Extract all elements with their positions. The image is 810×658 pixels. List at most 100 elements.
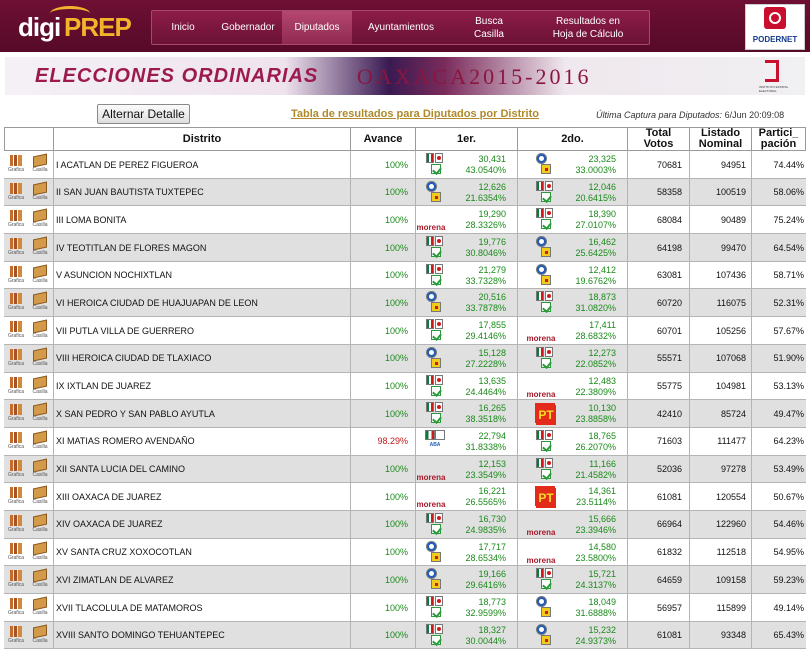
second-party-logo: PT (534, 484, 556, 509)
first-party-logo (424, 263, 446, 288)
second-votes-pct: 24.3137% (575, 580, 616, 591)
main-nav: Inicio Gobernador Diputados Ayuntamientos Bu… (151, 10, 650, 45)
toggle-detail-button[interactable]: Alternar Detalle (97, 104, 190, 124)
second-votes-count: 18,873 (588, 292, 616, 303)
pri-pvem-coalition-icon (534, 290, 556, 315)
chart-icon[interactable]: Grafica (6, 513, 26, 533)
chart-icon[interactable]: Grafica (6, 181, 26, 201)
podernet-logo[interactable]: PODERNET (745, 4, 805, 50)
casilla-box-icon[interactable]: Casilla (30, 291, 50, 311)
casilla-box-icon[interactable]: Casilla (30, 264, 50, 284)
nav-item-ayuntamientos[interactable]: Ayuntamientos (352, 11, 450, 44)
first-votes: 17,855 29.4146% (444, 320, 506, 342)
casilla-box-icon[interactable]: Casilla (30, 596, 50, 616)
chart-icon-label: Grafica (7, 277, 25, 284)
casilla-box-icon[interactable]: Casilla (30, 208, 50, 228)
first-votes-pct: 33.7878% (465, 303, 506, 314)
listado-nominal: 105256 (715, 325, 746, 336)
second-votes: 18,765 26.2070% (554, 431, 616, 453)
casilla-box-icon[interactable]: Casilla (30, 430, 50, 450)
second-votes: 18,873 31.0820% (554, 292, 616, 314)
nav-item-resultados-en-hoja-de-c-lculo[interactable]: Resultados en Hoja de Cálculo (528, 11, 648, 44)
casilla-box-icon[interactable]: Casilla (30, 402, 50, 422)
district-name: III LOMA BONITA (56, 214, 127, 225)
chart-icon[interactable]: Grafica (6, 568, 26, 588)
casilla-box-icon[interactable]: Casilla (30, 236, 50, 256)
pri-pvem-coalition-icon (424, 401, 446, 426)
listado-nominal: 104981 (715, 381, 746, 391)
chart-icon[interactable]: Grafica (6, 319, 26, 339)
chart-icon[interactable]: Grafica (6, 485, 26, 505)
total-votes: 55571 (656, 353, 682, 364)
chart-icon[interactable]: Grafica (6, 291, 26, 311)
table-title-link[interactable]: Tabla de resultados para Diputados por D… (291, 108, 539, 120)
total-votes: 66964 (656, 519, 682, 530)
total-votes: 64198 (656, 242, 682, 253)
chart-icon[interactable]: Grafica (6, 153, 26, 173)
casilla-box-icon[interactable]: Casilla (30, 485, 50, 505)
casilla-box-icon[interactable]: Casilla (30, 375, 50, 395)
digiprep-logo[interactable]: digi PREP (12, 6, 144, 46)
first-votes-pct: 23.3549% (465, 469, 506, 480)
second-votes-pct: 22.0852% (575, 358, 616, 369)
avance-value: 98.29% (377, 436, 408, 447)
casilla-box-icon[interactable]: Casilla (30, 541, 50, 561)
chart-icon[interactable]: Grafica (6, 264, 26, 284)
chart-icon-label: Grafica (7, 610, 25, 616)
casilla-icon-label: Casilla (32, 499, 48, 506)
second-votes-count: 15,232 (588, 624, 616, 635)
casilla-box-icon[interactable]: Casilla (30, 181, 50, 201)
first-party-logo (424, 540, 446, 565)
avance-value: 100% (384, 519, 408, 530)
second-votes-pct: 23.8858% (575, 414, 616, 425)
nav-item-diputados[interactable]: Diputados (282, 11, 352, 44)
nav-item-busca-casilla[interactable]: Busca Casilla (450, 11, 528, 44)
pan-prd-coalition-icon (534, 595, 556, 620)
chart-icon[interactable]: Grafica (6, 430, 26, 450)
casilla-box-icon[interactable]: Casilla (30, 568, 50, 588)
second-votes-pct: 21.4582% (575, 469, 616, 480)
chart-icon[interactable]: Grafica (6, 375, 26, 395)
chart-icon[interactable]: Grafica (6, 541, 26, 561)
first-votes: 12,626 21.6354% (444, 182, 506, 204)
seal-text: INSTITUTO ESTATAL ELECTORAL (759, 85, 789, 93)
logo-part2: PREP (64, 12, 132, 42)
nav-item-inicio[interactable]: Inicio (152, 11, 214, 44)
chart-icon[interactable]: Grafica (6, 596, 26, 616)
header-avance: Avance (351, 128, 416, 150)
casilla-box-icon[interactable]: Casilla (30, 319, 50, 339)
table-row: Grafica Casilla I ACATLAN DE PEREZ FIGUERO… (4, 151, 806, 179)
second-votes-count: 12,483 (588, 375, 616, 386)
first-party-logo (424, 623, 446, 648)
first-votes-pct: 24.9835% (465, 524, 506, 535)
casilla-box-icon[interactable]: Casilla (30, 347, 50, 367)
second-votes: 12,046 20.6415% (554, 182, 616, 204)
first-votes: 22,794 31.8338% (444, 431, 506, 453)
first-votes-count: 30,431 (478, 154, 506, 164)
casilla-box-icon[interactable]: Casilla (30, 458, 50, 478)
casilla-box-icon[interactable]: Casilla (30, 153, 50, 173)
participacion: 54.46% (773, 519, 804, 530)
casilla-icon-label: Casilla (32, 610, 48, 616)
avance-value: 100% (384, 381, 408, 391)
chart-icon[interactable]: Grafica (6, 458, 26, 478)
chart-icon[interactable]: Grafica (6, 236, 26, 256)
casilla-icon-label: Casilla (32, 471, 48, 478)
district-name: XVII TLACOLULA DE MATAMOROS (56, 602, 203, 613)
second-party-logo (534, 623, 556, 648)
election-banner: ELECCIONES ORDINARIAS OAXACA2015-2016 IN… (5, 57, 805, 95)
chart-icon[interactable]: Grafica (6, 624, 26, 644)
first-party-logo: morena (417, 457, 446, 482)
total-votes: 60720 (656, 297, 682, 308)
second-votes-pct: 19.6762% (575, 275, 616, 286)
listado-nominal: 107436 (715, 270, 746, 281)
chart-icon[interactable]: Grafica (6, 347, 26, 367)
casilla-box-icon[interactable]: Casilla (30, 513, 50, 533)
nav-item-gobernador[interactable]: Gobernador (214, 11, 282, 44)
avance-value: 100% (384, 547, 408, 558)
chart-icon[interactable]: Grafica (6, 208, 26, 228)
casilla-box-icon[interactable]: Casilla (30, 624, 50, 644)
district-name: VI HEROICA CIUDAD DE HUAJUAPAN DE LEON (56, 297, 258, 308)
first-party-logo: ABA (424, 429, 446, 454)
chart-icon[interactable]: Grafica (6, 402, 26, 422)
